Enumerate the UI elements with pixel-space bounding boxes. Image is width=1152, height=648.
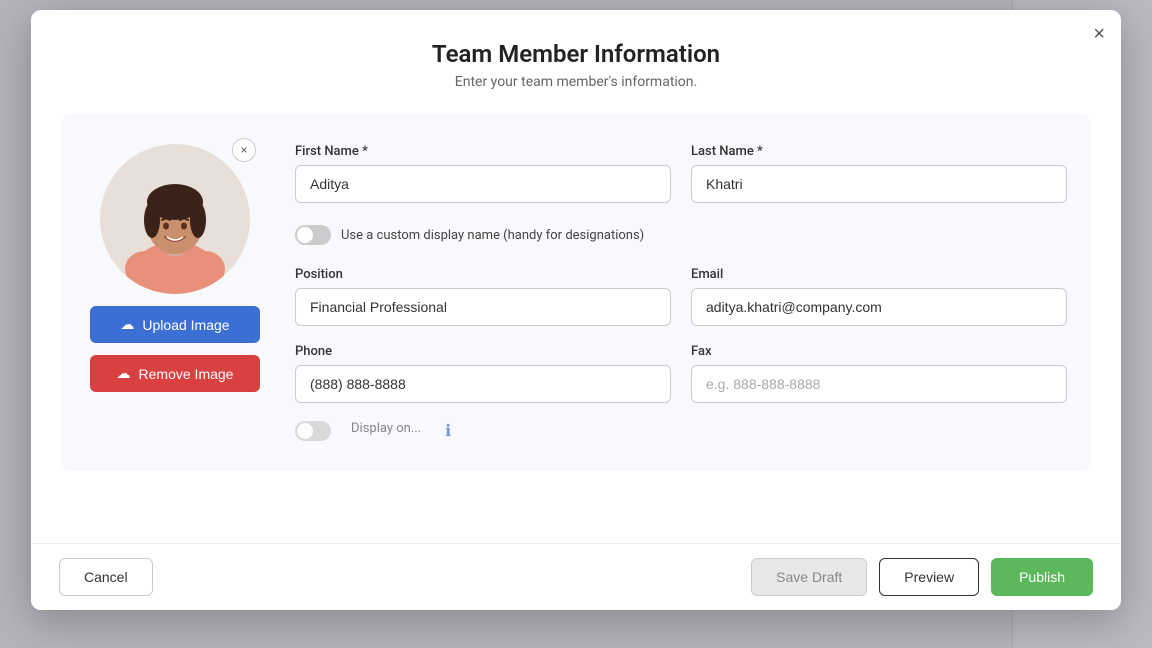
avatar-remove-button[interactable]: × [232, 138, 256, 162]
custom-display-toggle-label: Use a custom display name (handy for des… [341, 228, 644, 243]
action-bar: Cancel Save Draft Preview Publish [31, 543, 1121, 610]
publish-button[interactable]: Publish [991, 558, 1093, 596]
avatar-section: × [85, 144, 265, 441]
first-name-input[interactable] [295, 165, 671, 203]
position-group: Position [295, 267, 671, 326]
modal-subtitle: Enter your team member's information. [61, 74, 1091, 90]
first-name-label: First Name * [295, 144, 671, 159]
cloud-remove-icon: ☁ [117, 365, 131, 382]
modal-title: Team Member Information [61, 40, 1091, 68]
fax-label: Fax [691, 344, 1067, 359]
position-input[interactable] [295, 288, 671, 326]
save-draft-button[interactable]: Save Draft [751, 558, 867, 596]
custom-display-toggle[interactable] [295, 225, 331, 245]
action-right-buttons: Save Draft Preview Publish [751, 558, 1093, 596]
email-label: Email [691, 267, 1067, 282]
partial-label: Display on... [351, 421, 421, 441]
upload-image-button[interactable]: ☁ Upload Image [90, 306, 260, 343]
modal-close-button[interactable]: × [1093, 24, 1105, 44]
avatar-svg [100, 144, 250, 294]
position-label: Position [295, 267, 671, 282]
form-section: First Name * Last Name * Use a custom di… [295, 144, 1067, 441]
avatar-image [100, 144, 250, 294]
preview-button[interactable]: Preview [879, 558, 979, 596]
modal-backdrop: × Team Member Information Enter your tea… [0, 0, 1152, 648]
fax-group: Fax [691, 344, 1067, 403]
partial-row: Display on... ℹ [295, 421, 1067, 441]
first-name-group: First Name * [295, 144, 671, 203]
form-card: × [61, 114, 1091, 471]
name-row: First Name * Last Name * [295, 144, 1067, 203]
custom-display-toggle-row: Use a custom display name (handy for des… [295, 221, 1067, 249]
info-icon: ℹ [445, 421, 451, 441]
remove-image-label: Remove Image [139, 366, 234, 382]
last-name-label: Last Name * [691, 144, 1067, 159]
modal-container: × Team Member Information Enter your tea… [31, 10, 1121, 610]
cloud-upload-icon: ☁ [120, 316, 134, 333]
email-group: Email [691, 267, 1067, 326]
last-name-input[interactable] [691, 165, 1067, 203]
remove-image-button[interactable]: ☁ Remove Image [90, 355, 260, 392]
cancel-button[interactable]: Cancel [59, 558, 153, 596]
email-input[interactable] [691, 288, 1067, 326]
phone-group: Phone [295, 344, 671, 403]
avatar-wrapper: × [100, 144, 250, 294]
upload-image-label: Upload Image [142, 317, 229, 333]
phone-input[interactable] [295, 365, 671, 403]
phone-fax-row: Phone Fax [295, 344, 1067, 403]
position-email-row: Position Email [295, 267, 1067, 326]
last-name-group: Last Name * [691, 144, 1067, 203]
phone-label: Phone [295, 344, 671, 359]
partial-toggle[interactable] [295, 421, 331, 441]
fax-input[interactable] [691, 365, 1067, 403]
